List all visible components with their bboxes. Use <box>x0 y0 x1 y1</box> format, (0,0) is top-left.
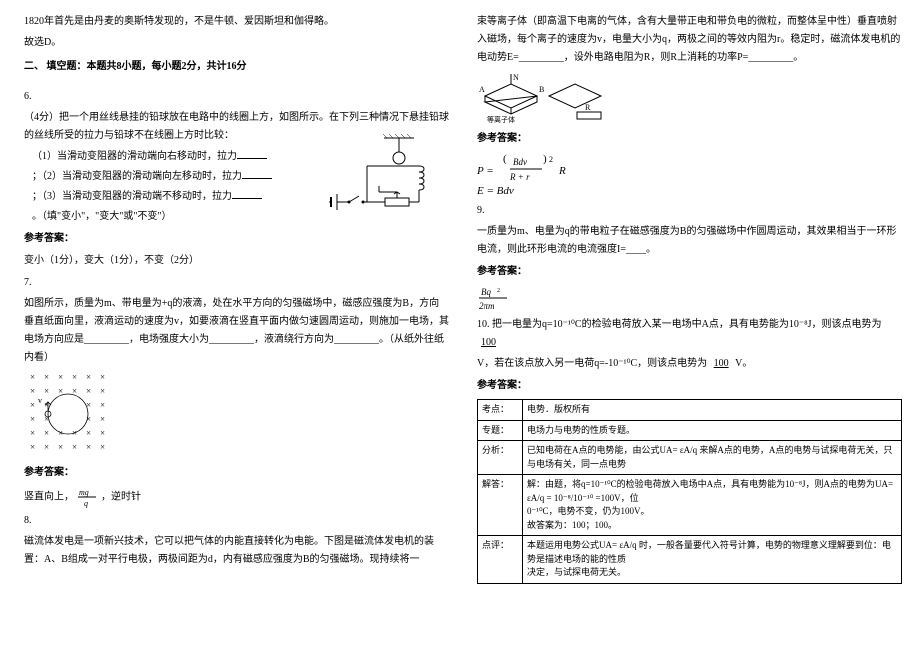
svg-text:×: × <box>30 414 35 424</box>
q6-answer: 变小（1分），变大（1分），不变（2分） <box>24 252 449 270</box>
svg-text:×: × <box>86 400 91 410</box>
svg-text:E = Bdv: E = Bdv <box>477 185 514 197</box>
svg-text:×: × <box>30 372 35 382</box>
q10-blank1: 100 <box>477 337 500 348</box>
svg-text:×: × <box>100 414 105 424</box>
q9-answer-label: 参考答案： <box>477 263 902 281</box>
svg-text:2: 2 <box>549 155 553 164</box>
svg-text:): ) <box>543 153 547 165</box>
q7-stem: 如图所示，质量为m、带电量为+q的液滴，处在水平方向的匀强磁场中，磁感应强度为B… <box>24 295 449 367</box>
q9-formula: Bq 2 2πm <box>477 285 517 313</box>
svg-text:×: × <box>86 386 91 396</box>
row4-label: 解答： <box>478 475 523 536</box>
svg-text:×: × <box>30 386 35 396</box>
q7-number: 7. <box>24 274 449 292</box>
svg-text:B: B <box>539 85 544 94</box>
row3-value: 已知电荷在A点的电势能，由公式UA= εA/q 来解A点的电势，A点的电势与试探… <box>523 441 902 475</box>
q8-number: 8. <box>24 512 449 530</box>
svg-text:A: A <box>479 85 485 94</box>
question-6: 6. （4分）把一个用丝线悬挂的铅球放在电路中的线圈上方，如图所示。在下列三种情… <box>24 88 449 270</box>
left-column: 1820年首先是由丹麦的奥斯特发现的，不是牛顿、爱因斯坦和伽得略。 故选D。 二… <box>0 0 467 651</box>
row1-label: 考点： <box>478 400 523 421</box>
svg-text:×: × <box>100 400 105 410</box>
svg-text:R: R <box>558 165 566 177</box>
svg-text:v: v <box>38 396 42 405</box>
q8-answer-label: 参考答案： <box>477 130 902 148</box>
svg-text:×: × <box>30 428 35 438</box>
svg-text:mg: mg <box>79 488 89 497</box>
svg-text:×: × <box>58 442 63 452</box>
q7-field-figure: ×××××× ×××××× ×××× ×××× ×××××× ×××××× v <box>24 370 114 460</box>
svg-text:Bq: Bq <box>481 287 491 297</box>
row3-label: 分析： <box>478 441 523 475</box>
q10-stem-pre: 把一电量为q=10⁻¹⁰C的检验电荷放入某一电场中A点，具有电势能为10⁻⁸J，… <box>492 319 881 330</box>
svg-text:×: × <box>44 386 49 396</box>
svg-text:×: × <box>30 400 35 410</box>
q10-answer-label: 参考答案： <box>477 377 902 395</box>
table-row: 解答： 解：由题，将q=10⁻¹⁰C的检验电荷放入电场中A点，具有电势能为10⁻… <box>478 475 902 536</box>
q7-answer: 竖直向上， mg q ，逆时针 <box>24 486 449 508</box>
svg-text:N: N <box>513 73 519 82</box>
table-row: 专题： 电场力与电势的性质专题。 <box>478 420 902 441</box>
svg-text:等离子体: 等离子体 <box>487 115 515 124</box>
svg-text:×: × <box>44 428 49 438</box>
svg-text:2πm: 2πm <box>479 301 495 311</box>
q10-line: 10. 把一电量为q=10⁻¹⁰C的检验电荷放入某一电场中A点，具有电势能为10… <box>477 316 902 352</box>
svg-text:Bdv: Bdv <box>513 157 527 167</box>
table-row: 考点： 电势．版权所有 <box>478 400 902 421</box>
q8-device-figure: A B N R 等离子体 <box>477 70 617 126</box>
svg-text:×: × <box>86 442 91 452</box>
svg-text:2: 2 <box>497 288 500 294</box>
svg-text:×: × <box>72 372 77 382</box>
q9-number: 9. <box>477 202 902 220</box>
svg-text:×: × <box>44 442 49 452</box>
table-row: 分析： 已知电荷在A点的电势能，由公式UA= εA/q 来解A点的电势，A点的电… <box>478 441 902 475</box>
svg-text:×: × <box>86 428 91 438</box>
row2-value: 电场力与电势的性质专题。 <box>523 420 902 441</box>
svg-text:×: × <box>100 386 105 396</box>
row5-label: 点评： <box>478 536 523 584</box>
pre-text-1: 1820年首先是由丹麦的奥斯特发现的，不是牛顿、爱因斯坦和伽得略。 <box>24 13 449 31</box>
q7-answer-label: 参考答案： <box>24 464 449 482</box>
q8-cont: 束等离子体（即高温下电离的气体，含有大量带正电和带负电的微粒，而整体呈中性）垂直… <box>477 13 902 67</box>
svg-text:×: × <box>100 428 105 438</box>
section-2-title: 二、 填空题：本题共8小题，每小题2分，共计16分 <box>24 58 449 76</box>
analysis-table: 考点： 电势．版权所有 专题： 电场力与电势的性质专题。 分析： 已知电荷在A点… <box>477 399 902 584</box>
svg-text:×: × <box>58 372 63 382</box>
table-row: 点评： 本题运用电势公式UA= εA/q 时，一般各量要代入符号计算，电势的物理… <box>478 536 902 584</box>
svg-text:R: R <box>585 103 591 112</box>
svg-text:×: × <box>100 442 105 452</box>
q10-stem-mid: V，若在该点放入另一电荷q=-10⁻¹⁰C，则该点电势为 <box>477 358 707 369</box>
pre-text-2: 故选D。 <box>24 34 449 52</box>
q9-stem: 一质量为m、电量为q的带电粒子在磁感强度为B的匀强磁场中作圆周运动，其效果相当于… <box>477 223 902 259</box>
svg-text:×: × <box>44 372 49 382</box>
svg-text:R + r: R + r <box>509 172 530 182</box>
q10-stem-post: V。 <box>735 358 752 369</box>
q10-line2: V，若在该点放入另一电荷q=-10⁻¹⁰C，则该点电势为 100 V。 <box>477 355 902 373</box>
svg-text:×: × <box>30 442 35 452</box>
svg-text:×: × <box>100 372 105 382</box>
q10-number: 10. <box>477 319 490 330</box>
row5-value: 本题运用电势公式UA= εA/q 时，一般各量要代入符号计算，电势的物理意义理解… <box>523 536 902 584</box>
row1-value: 电势．版权所有 <box>523 400 902 421</box>
q6-circuit-figure <box>329 134 449 224</box>
svg-text:×: × <box>72 442 77 452</box>
q8-formula-block: P = ( Bdv R + r ) 2 R E = Bdv <box>477 152 637 198</box>
svg-text:×: × <box>86 414 91 424</box>
q6-answer-label: 参考答案： <box>24 230 449 248</box>
q6-number: 6. <box>24 88 449 106</box>
right-column: 束等离子体（即高温下电离的气体，含有大量带正电和带负电的微粒，而整体呈中性）垂直… <box>467 0 920 651</box>
q7-formula-mgq: mg q <box>77 486 99 508</box>
svg-text:P =: P = <box>477 165 494 177</box>
svg-text:×: × <box>86 372 91 382</box>
svg-text:q: q <box>84 499 88 508</box>
q8-stem: 磁流体发电是一项新兴技术，它可以把气体的内能直接转化为电能。下图是磁流体发电机的… <box>24 533 449 569</box>
row4-value: 解：由题，将q=10⁻¹⁰C的检验电荷放入电场中A点，具有电势能为10⁻⁸J，则… <box>523 475 902 536</box>
svg-text:(: ( <box>503 153 507 165</box>
row2-label: 专题： <box>478 420 523 441</box>
q10-blank2: 100 <box>710 358 733 369</box>
